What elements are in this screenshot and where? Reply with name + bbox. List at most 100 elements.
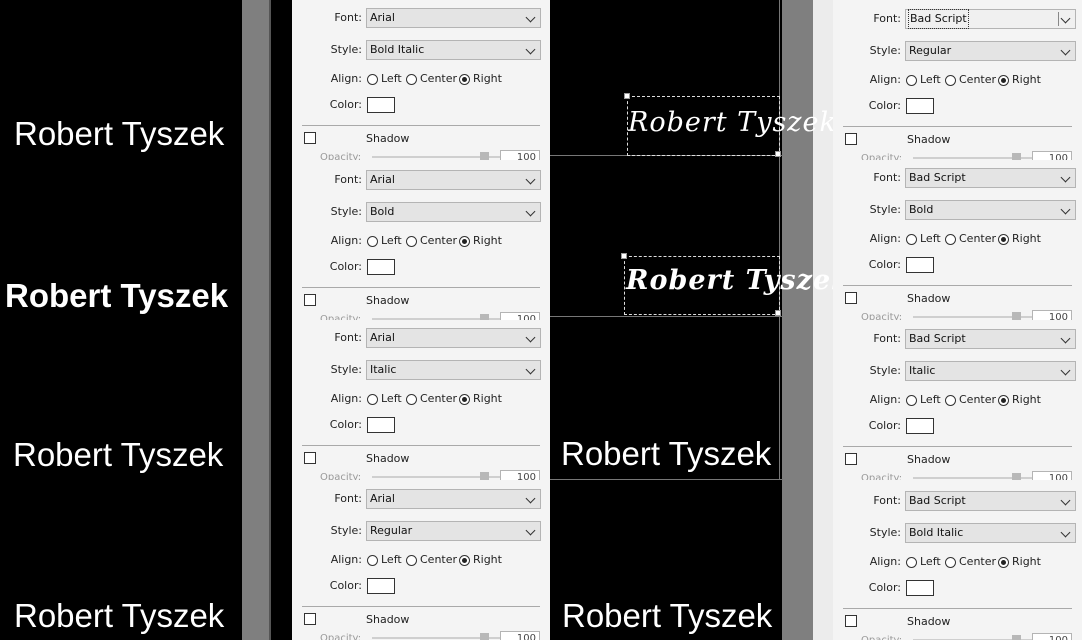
color-swatch[interactable] bbox=[906, 580, 934, 596]
shadow-checkbox[interactable] bbox=[304, 132, 316, 144]
style-dropdown[interactable]: Regular bbox=[905, 41, 1076, 61]
align-left-radio[interactable] bbox=[367, 394, 378, 405]
panel-separator bbox=[843, 608, 1072, 609]
text-settings-panel: Font: Bad Script Style: Italic Align: Left Cen… bbox=[833, 320, 1082, 480]
align-left-radio[interactable] bbox=[906, 75, 917, 86]
opacity-value[interactable]: 100 bbox=[500, 631, 540, 640]
gutter-left-edge bbox=[269, 0, 271, 640]
align-right-radio[interactable] bbox=[459, 74, 470, 85]
name-preview-regular: Robert Tyszek bbox=[14, 597, 225, 634]
align-left-radio[interactable] bbox=[367, 555, 378, 566]
align-right-radio[interactable] bbox=[459, 236, 470, 247]
color-swatch[interactable] bbox=[367, 259, 395, 275]
opacity-value[interactable]: 100 bbox=[500, 150, 540, 160]
shadow-checkbox[interactable] bbox=[845, 453, 857, 465]
font-value: Bad Script bbox=[909, 332, 966, 345]
align-left-radio[interactable] bbox=[906, 395, 917, 406]
align-left-radio[interactable] bbox=[367, 236, 378, 247]
name-preview-bold-italic: Robert Tyszek bbox=[14, 115, 225, 152]
shadow-checkbox[interactable] bbox=[845, 292, 857, 304]
align-right-radio[interactable] bbox=[459, 555, 470, 566]
opacity-label: Opacity: bbox=[320, 633, 362, 640]
opacity-slider-thumb[interactable] bbox=[1012, 635, 1021, 640]
shadow-checkbox[interactable] bbox=[304, 613, 316, 625]
style-dropdown[interactable]: Italic bbox=[905, 361, 1076, 381]
align-center-radio[interactable] bbox=[945, 395, 956, 406]
text-settings-panel: Font: Bad Script Style: Bold Align: Left Cente… bbox=[833, 160, 1082, 320]
align-center-label: Center bbox=[420, 72, 458, 85]
style-dropdown[interactable]: Bold Italic bbox=[366, 40, 541, 60]
style-value: Italic bbox=[370, 363, 397, 376]
align-center-radio[interactable] bbox=[945, 75, 956, 86]
align-center-radio[interactable] bbox=[406, 74, 417, 85]
font-dropdown[interactable]: Arial bbox=[366, 8, 541, 28]
font-dropdown[interactable]: Arial bbox=[366, 328, 541, 348]
font-dropdown[interactable]: Bad Script bbox=[905, 9, 1076, 29]
align-right-radio[interactable] bbox=[459, 394, 470, 405]
style-dropdown[interactable]: Bold bbox=[905, 200, 1076, 220]
font-value: Bad Script bbox=[909, 171, 966, 184]
opacity-slider-thumb[interactable] bbox=[480, 472, 489, 480]
align-center-radio[interactable] bbox=[945, 234, 956, 245]
chevron-down-icon bbox=[1060, 45, 1071, 56]
color-swatch[interactable] bbox=[367, 417, 395, 433]
align-left-radio[interactable] bbox=[367, 74, 378, 85]
color-swatch[interactable] bbox=[906, 418, 934, 434]
color-swatch[interactable] bbox=[367, 578, 395, 594]
font-dropdown[interactable]: Arial bbox=[366, 170, 541, 190]
opacity-slider-thumb[interactable] bbox=[1012, 153, 1021, 160]
font-value: Arial bbox=[370, 11, 395, 24]
align-left-radio[interactable] bbox=[906, 557, 917, 568]
opacity-value[interactable]: 100 bbox=[500, 470, 540, 480]
opacity-value[interactable]: 100 bbox=[500, 312, 540, 320]
color-swatch[interactable] bbox=[906, 257, 934, 273]
align-right-radio[interactable] bbox=[998, 395, 1009, 406]
style-dropdown[interactable]: Italic bbox=[366, 360, 541, 380]
selection-handle[interactable] bbox=[775, 310, 781, 316]
opacity-slider-thumb[interactable] bbox=[480, 633, 489, 640]
opacity-slider-thumb[interactable] bbox=[480, 152, 489, 160]
selection-handle[interactable] bbox=[621, 253, 627, 259]
color-swatch[interactable] bbox=[906, 98, 934, 114]
opacity-slider-track[interactable] bbox=[372, 637, 520, 639]
font-value: Bad Script bbox=[908, 9, 969, 29]
align-left-radio[interactable] bbox=[906, 234, 917, 245]
text-settings-panel: Font: Bad Script Style: Bold Italic Align: Le… bbox=[833, 480, 1082, 640]
align-right-radio[interactable] bbox=[998, 75, 1009, 86]
align-right-label: Right bbox=[1012, 232, 1041, 245]
opacity-slider-track[interactable] bbox=[372, 476, 520, 478]
shadow-checkbox[interactable] bbox=[304, 452, 316, 464]
style-dropdown[interactable]: Regular bbox=[366, 521, 541, 541]
opacity-value[interactable]: 100 bbox=[1032, 151, 1072, 160]
style-dropdown[interactable]: Bold bbox=[366, 202, 541, 222]
align-center-label: Center bbox=[959, 555, 997, 568]
font-dropdown[interactable]: Bad Script bbox=[905, 329, 1076, 349]
style-dropdown[interactable]: Bold Italic bbox=[905, 523, 1076, 543]
opacity-value[interactable]: 100 bbox=[1032, 633, 1072, 640]
font-dropdown[interactable]: Bad Script bbox=[905, 168, 1076, 188]
selection-handle[interactable] bbox=[775, 151, 781, 157]
opacity-value[interactable]: 100 bbox=[1032, 310, 1072, 320]
opacity-slider-track[interactable] bbox=[372, 156, 520, 158]
shadow-checkbox[interactable] bbox=[304, 294, 316, 306]
shadow-label: Shadow bbox=[907, 292, 951, 305]
opacity-slider-thumb[interactable] bbox=[1012, 473, 1021, 480]
opacity-slider-thumb[interactable] bbox=[1012, 312, 1021, 320]
color-swatch[interactable] bbox=[367, 97, 395, 113]
shadow-checkbox[interactable] bbox=[845, 133, 857, 145]
shadow-checkbox[interactable] bbox=[845, 615, 857, 627]
selection-handle[interactable] bbox=[624, 93, 630, 99]
name-preview-script-regular: Robert Tyszek bbox=[628, 107, 837, 138]
align-right-radio[interactable] bbox=[998, 234, 1009, 245]
font-dropdown[interactable]: Bad Script bbox=[905, 491, 1076, 511]
font-dropdown[interactable]: Arial bbox=[366, 489, 541, 509]
text-settings-panel: Font: Bad Script Style: Regular Align: Left Ce… bbox=[833, 0, 1082, 160]
style-label: Style: bbox=[330, 43, 362, 56]
align-center-label: Center bbox=[420, 553, 458, 566]
align-center-radio[interactable] bbox=[406, 555, 417, 566]
align-right-radio[interactable] bbox=[998, 557, 1009, 568]
align-center-radio[interactable] bbox=[945, 557, 956, 568]
align-center-radio[interactable] bbox=[406, 236, 417, 247]
align-center-radio[interactable] bbox=[406, 394, 417, 405]
opacity-value[interactable]: 100 bbox=[1032, 471, 1072, 480]
